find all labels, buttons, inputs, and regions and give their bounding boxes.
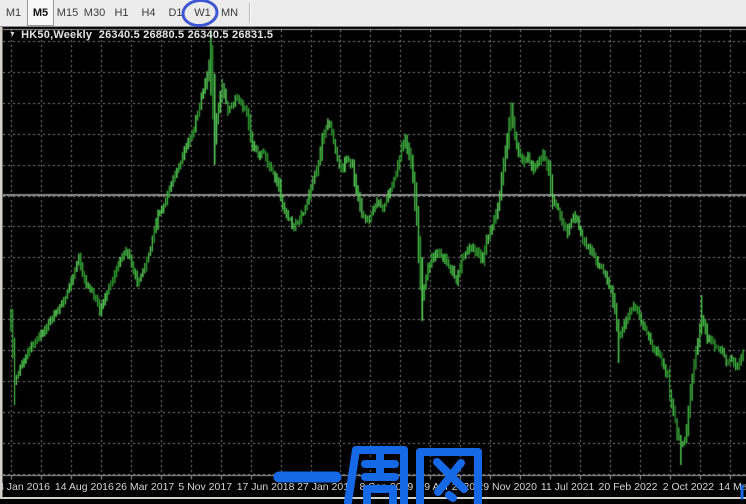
chart-symbol-title: HK50,Weekly xyxy=(21,29,92,41)
toolbar-separator xyxy=(249,3,251,23)
window-bottom-border xyxy=(0,497,746,499)
mt4-chart-window: M1M5M15M30H1H4D1W1MN ▼ HK50,Weekly 26340.… xyxy=(0,0,746,504)
timeframe-button-d1[interactable]: D1 xyxy=(162,0,189,26)
price-chart-canvas[interactable] xyxy=(3,28,746,497)
timeframe-button-h4[interactable]: H4 xyxy=(135,0,162,26)
time-axis-label: 14 May 2023 xyxy=(704,481,746,493)
timeframe-button-m1[interactable]: M1 xyxy=(0,0,27,26)
timeframe-button-m15[interactable]: M15 xyxy=(54,0,81,26)
timeframe-button-m30[interactable]: M30 xyxy=(81,0,108,26)
timeframe-button-h1[interactable]: H1 xyxy=(108,0,135,26)
timeframe-button-m5[interactable]: M5 xyxy=(27,0,54,26)
symbol-dropdown-icon[interactable]: ▼ xyxy=(9,31,16,38)
timeframe-buttons: M1M5M15M30H1H4D1W1MN xyxy=(0,0,243,26)
timeframe-button-w1[interactable]: W1 xyxy=(189,0,216,26)
timeframe-toolbar: M1M5M15M30H1H4D1W1MN xyxy=(0,0,746,27)
chart-ohlc-values: 26340.5 26880.5 26340.5 26831.5 xyxy=(99,29,273,41)
chart-title: ▼ HK50,Weekly 26340.5 26880.5 26340.5 268… xyxy=(9,29,273,41)
timeframe-button-mn[interactable]: MN xyxy=(216,0,243,26)
